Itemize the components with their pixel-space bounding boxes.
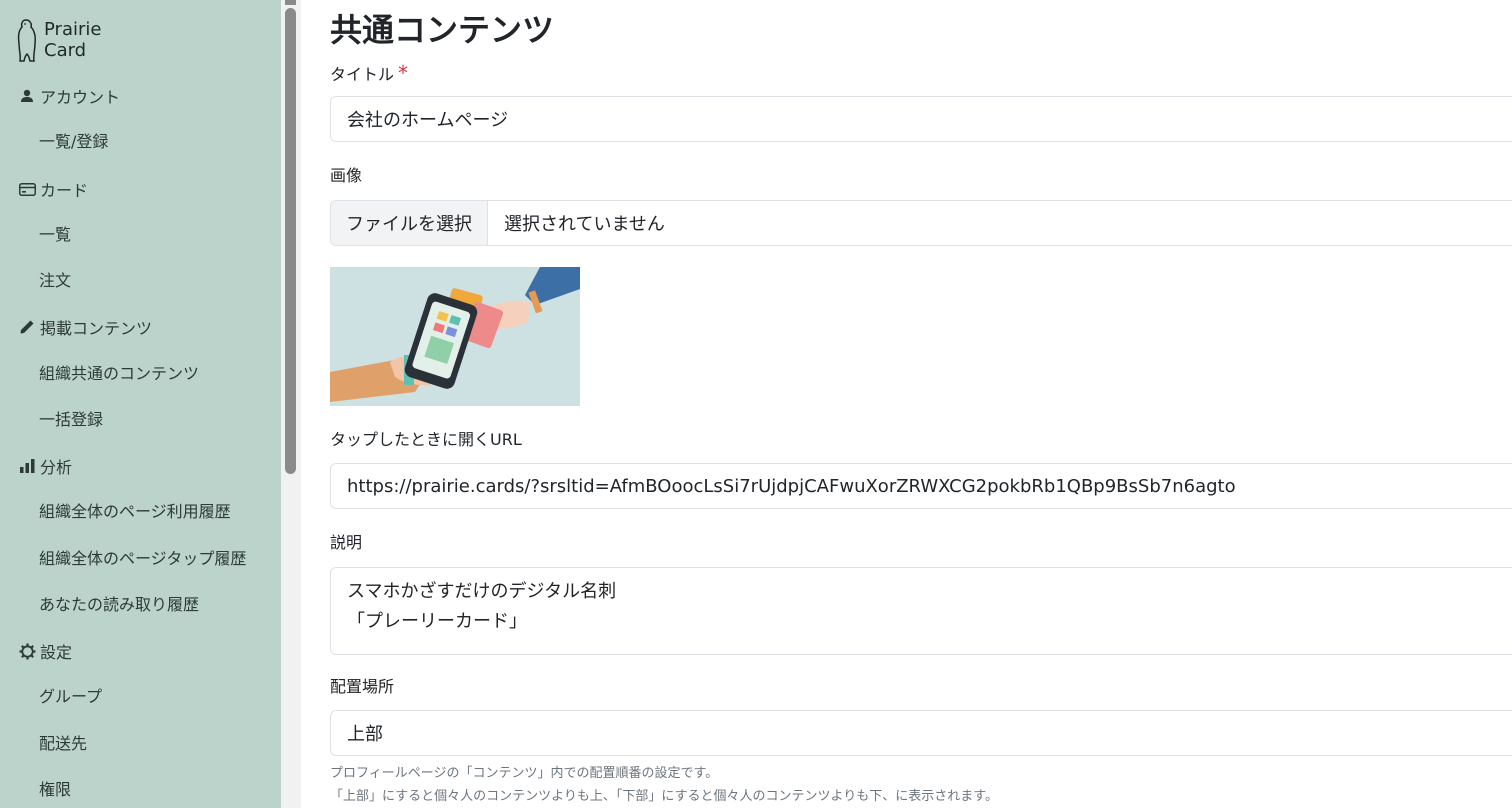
nav-section-label: 設定 [40,643,73,662]
description-field-label: 説明 [330,533,363,552]
brand-line2: Card [44,40,87,61]
sidebar-item-account-list[interactable]: 一覧/登録 [39,130,108,154]
scrollbar-top-cap [285,0,296,5]
prairie-dog-logo-icon [17,19,36,62]
nav-section-label: カード [40,181,89,200]
url-field-label: タップしたときに開くURL [330,430,522,449]
description-line-1: スマホかざすだけのデジタル名刺 [347,581,617,602]
sidebar-item-content-bulk[interactable]: 一括登録 [39,408,103,432]
file-status-text: 選択されていません [504,214,665,235]
brand-logo-link[interactable]: Prairie Card [14,16,101,64]
card-icon [18,180,36,198]
title-label-text: タイトル [330,65,395,84]
image-field-label: 画像 [330,166,363,185]
placement-field-label: 配置場所 [330,677,395,696]
nav-section-label: 分析 [40,458,73,477]
title-input[interactable]: 会社のホームページ [330,96,1512,142]
image-file-input[interactable]: ファイルを選択 選択されていません [330,200,1512,246]
placement-help-line-1: プロフィールページの「コンテンツ」内での配置順番の設定です。 [330,766,719,781]
person-icon [18,87,36,105]
sidebar-item-analytics-page-tap[interactable]: 組織全体のページタップ履歴 [39,547,246,571]
sidebar-item-settings-group[interactable]: グループ [39,685,102,709]
sidebar-item-card-list[interactable]: 一覧 [39,223,71,247]
brand-name: Prairie Card [44,19,101,61]
sidebar-scrollbar-thumb[interactable] [285,8,296,474]
nav-section-content[interactable]: 掲載コンテンツ [18,315,152,339]
sidebar-item-content-common[interactable]: 組織共通のコンテンツ [39,362,199,386]
sidebar-item-settings-permission[interactable]: 権限 [39,778,71,802]
sidebar-item-settings-delivery[interactable]: 配送先 [39,732,87,756]
nav-section-settings[interactable]: 設定 [18,639,72,663]
required-mark: * [398,61,409,85]
nav-section-label: アカウント [40,88,121,107]
title-field-label: タイトル * [330,62,408,86]
brand-line1: Prairie [44,19,102,40]
sidebar-item-card-order[interactable]: 注文 [39,269,71,293]
nav-section-card[interactable]: カード [18,177,88,201]
main-content: 共通コンテンツ タイトル * 会社のホームページ 画像 ファイルを選択 選択されて… [301,0,1512,808]
placement-help-line-2: 「上部」にすると個々人のコンテンツよりも上、「下部」にすると個々人のコンテンツよ… [330,789,998,804]
nav-section-account[interactable]: アカウント [18,84,120,108]
sidebar-item-analytics-your-reads[interactable]: あなたの読み取り履歴 [39,593,199,617]
pencil-icon [18,318,36,336]
sidebar: Prairie Card アカウント 一覧/登録 カード 一覧 注文 掲載コンテ… [0,0,281,808]
nav-section-analytics[interactable]: 分析 [18,454,72,478]
page-title: 共通コンテンツ [330,11,555,49]
sidebar-item-analytics-page-usage[interactable]: 組織全体のページ利用履歴 [39,500,231,524]
url-input[interactable]: https://prairie.cards/?srsltid=AfmBOoocL… [330,463,1512,509]
content-thumbnail-image [330,267,580,406]
choose-file-button[interactable]: ファイルを選択 [331,201,488,245]
gear-icon [18,642,36,660]
nav-section-label: 掲載コンテンツ [40,319,153,338]
bar-chart-icon [18,457,36,475]
description-line-2: 「プレーリーカード」 [347,611,527,632]
description-textarea[interactable]: スマホかざすだけのデジタル名刺 「プレーリーカード」 [330,567,1512,655]
placement-select[interactable]: 上部 [330,710,1512,756]
